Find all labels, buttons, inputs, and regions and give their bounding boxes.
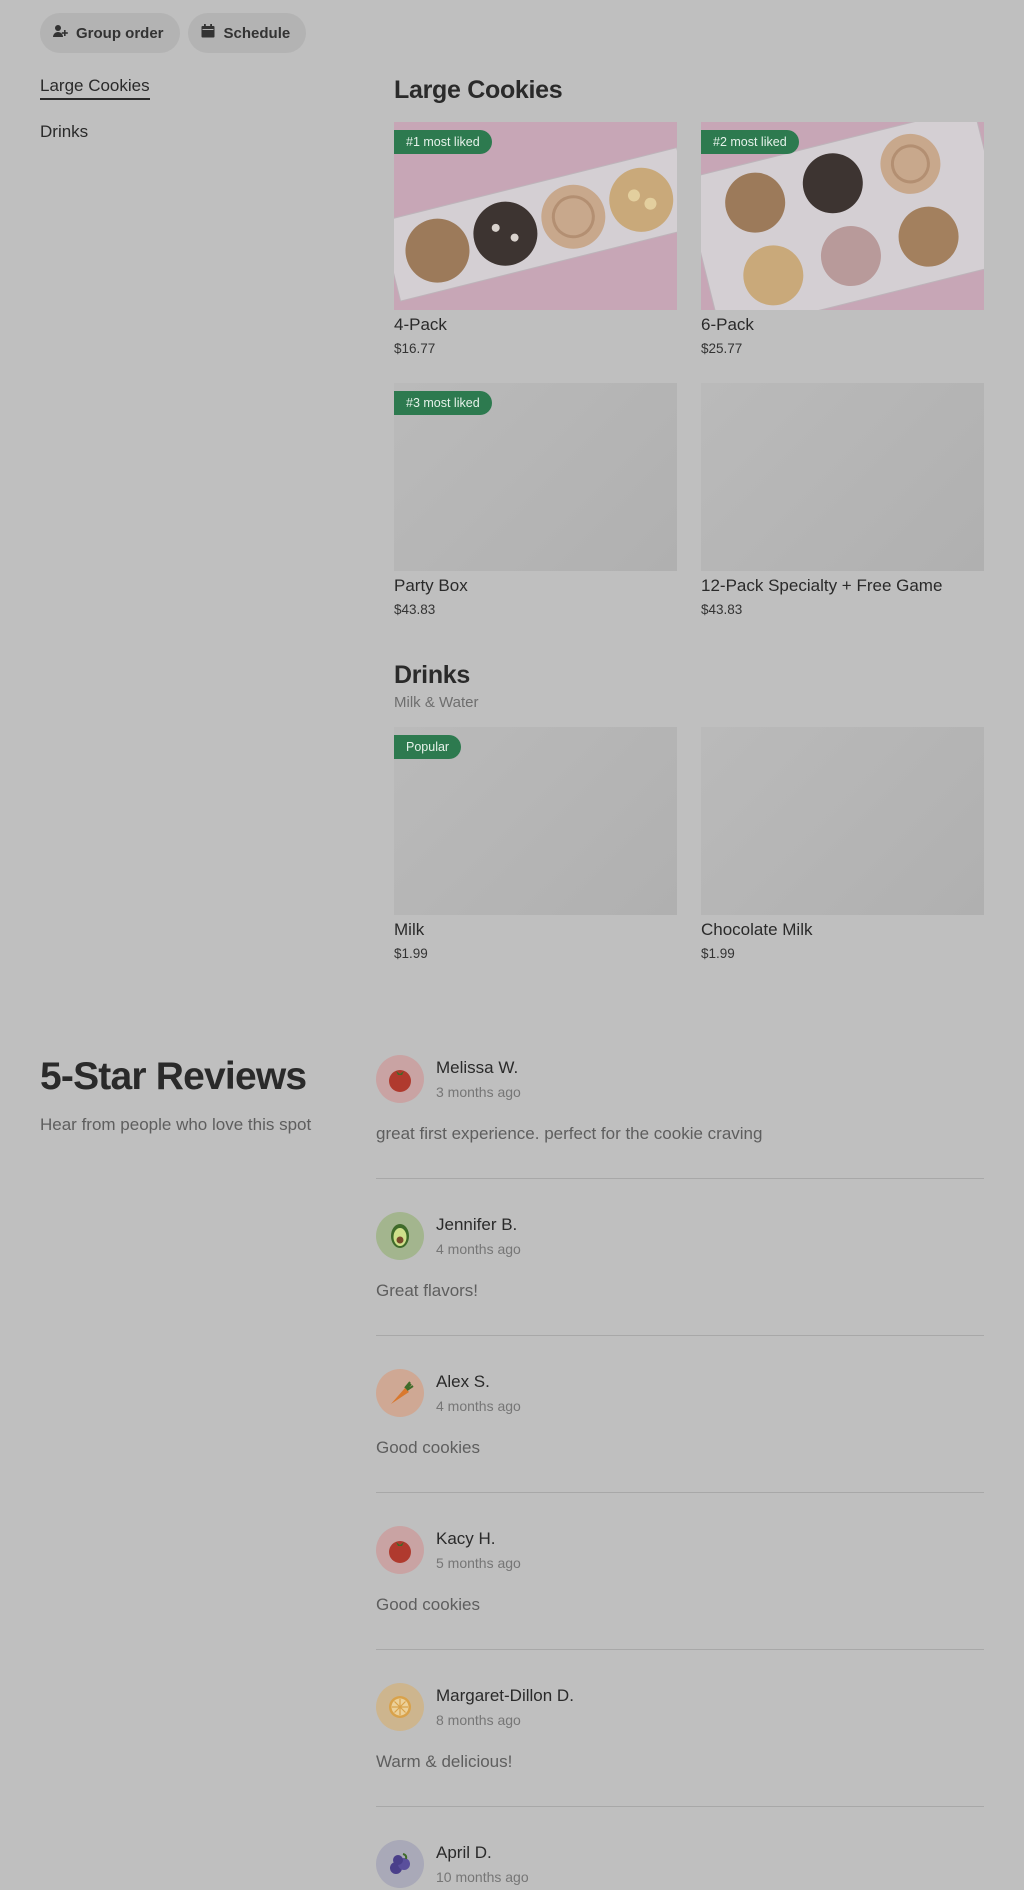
most-liked-badge: #3 most liked bbox=[394, 391, 492, 415]
menu-item-card[interactable]: Chocolate Milk $1.99 bbox=[701, 727, 984, 961]
menu-item-card[interactable]: #1 most liked 4-Pack $16.77 bbox=[394, 122, 677, 356]
item-price: $16.77 bbox=[394, 341, 436, 356]
most-liked-badge: #1 most liked bbox=[394, 130, 492, 154]
reviewer-name: Jennifer B. bbox=[436, 1215, 518, 1234]
section-drinks: Drinks Milk & Water Popular Milk $1.99 C… bbox=[394, 661, 984, 961]
section-large-cookies: Large Cookies #1 most liked 4-Pack $16.7… bbox=[394, 76, 984, 617]
reviewer-name: Melissa W. bbox=[436, 1058, 519, 1077]
menu-item-card[interactable]: Popular Milk $1.99 bbox=[394, 727, 677, 961]
review-time: 8 months ago bbox=[436, 1712, 521, 1728]
review-item: Jennifer B. 4 months ago Great flavors! bbox=[376, 1179, 984, 1336]
item-name: Party Box bbox=[394, 576, 468, 595]
item-name: 12-Pack Specialty + Free Game bbox=[701, 576, 943, 595]
schedule-button[interactable]: Schedule bbox=[187, 13, 307, 53]
reviews-header: 5-Star Reviews Hear from people who love… bbox=[40, 1055, 340, 1135]
reviewer-name: Margaret-Dillon D. bbox=[436, 1686, 574, 1705]
orange-slice-icon bbox=[376, 1683, 424, 1731]
item-name: 6-Pack bbox=[701, 315, 754, 334]
reviewer-name: April D. bbox=[436, 1843, 492, 1862]
tomato-icon bbox=[376, 1526, 424, 1574]
review-time: 5 months ago bbox=[436, 1555, 521, 1571]
category-nav: Large Cookies Drinks bbox=[40, 76, 150, 168]
review-text: Warm & delicious! bbox=[376, 1752, 513, 1771]
popular-badge: Popular bbox=[394, 735, 462, 759]
section-title: Large Cookies bbox=[394, 76, 563, 104]
menu-content: Large Cookies #1 most liked 4-Pack $16.7… bbox=[394, 76, 984, 961]
product-image-placeholder bbox=[701, 727, 984, 915]
item-name: Chocolate Milk bbox=[701, 920, 813, 939]
item-name: Milk bbox=[394, 920, 425, 939]
top-actions: Group order Schedule bbox=[40, 13, 307, 53]
item-price: $43.83 bbox=[394, 602, 436, 617]
reviews-subtitle: Hear from people who love this spot bbox=[40, 1115, 312, 1134]
review-item: April D. 10 months ago bbox=[376, 1807, 984, 1890]
review-item: Alex S. 4 months ago Good cookies bbox=[376, 1336, 984, 1493]
item-price: $43.83 bbox=[701, 602, 743, 617]
review-time: 4 months ago bbox=[436, 1398, 521, 1414]
review-item: Margaret-Dillon D. 8 months ago Warm & d… bbox=[376, 1650, 984, 1807]
product-image-placeholder: Popular bbox=[394, 727, 677, 915]
item-name: 4-Pack bbox=[394, 315, 447, 334]
review-text: great first experience. perfect for the … bbox=[376, 1124, 763, 1143]
review-item: Kacy H. 5 months ago Good cookies bbox=[376, 1493, 984, 1650]
group-order-button[interactable]: Group order bbox=[40, 13, 180, 53]
calendar-icon bbox=[200, 23, 216, 43]
section-subtitle: Milk & Water bbox=[394, 694, 479, 711]
review-time: 4 months ago bbox=[436, 1241, 521, 1257]
nav-item-large-cookies[interactable]: Large Cookies bbox=[40, 76, 150, 100]
nav-item-drinks[interactable]: Drinks bbox=[40, 122, 88, 144]
item-price: $1.99 bbox=[701, 946, 735, 961]
section-title: Drinks bbox=[394, 661, 471, 689]
review-text: Good cookies bbox=[376, 1595, 480, 1614]
reviews-title: 5-Star Reviews bbox=[40, 1055, 307, 1098]
menu-item-card[interactable]: 12-Pack Specialty + Free Game $43.83 bbox=[701, 383, 984, 617]
product-image: #2 most liked bbox=[701, 122, 984, 310]
add-person-icon bbox=[52, 23, 68, 43]
item-price: $25.77 bbox=[701, 341, 743, 356]
carrot-icon bbox=[376, 1369, 424, 1417]
product-image: #1 most liked bbox=[394, 122, 677, 310]
most-liked-badge: #2 most liked bbox=[701, 130, 799, 154]
tomato-icon bbox=[376, 1055, 424, 1103]
review-time: 3 months ago bbox=[436, 1084, 521, 1100]
avocado-icon bbox=[376, 1212, 424, 1260]
menu-item-card[interactable]: #2 most liked 6-Pack $25.77 bbox=[701, 122, 984, 356]
schedule-label: Schedule bbox=[223, 24, 291, 42]
item-price: $1.99 bbox=[394, 946, 428, 961]
review-item: Melissa W. 3 months ago great first expe… bbox=[376, 1055, 984, 1179]
reviews-list: Melissa W. 3 months ago great first expe… bbox=[376, 1055, 984, 1890]
blueberry-icon bbox=[376, 1840, 424, 1888]
reviewer-name: Alex S. bbox=[436, 1372, 490, 1391]
menu-item-card[interactable]: #3 most liked Party Box $43.83 bbox=[394, 383, 677, 617]
review-text: Great flavors! bbox=[376, 1281, 479, 1300]
product-image-placeholder: #3 most liked bbox=[394, 383, 677, 571]
review-time: 10 months ago bbox=[436, 1869, 529, 1885]
product-image-placeholder bbox=[701, 383, 984, 571]
group-order-label: Group order bbox=[76, 24, 164, 42]
review-text: Good cookies bbox=[376, 1438, 480, 1457]
reviewer-name: Kacy H. bbox=[436, 1529, 496, 1548]
